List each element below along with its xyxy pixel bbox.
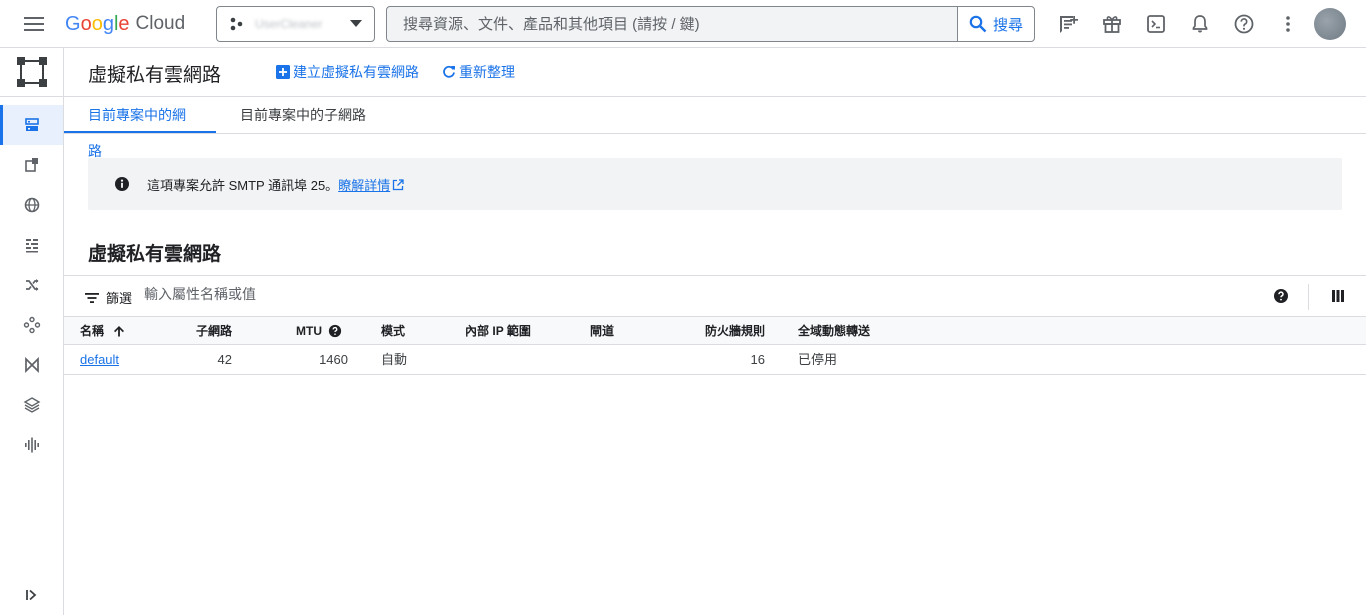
column-display-icon[interactable]: [1331, 289, 1345, 303]
peering-icon[interactable]: [0, 305, 63, 345]
expand-nav-icon[interactable]: [20, 583, 44, 607]
filter-icon: [85, 292, 99, 303]
filter-input[interactable]: [144, 286, 544, 302]
network-link[interactable]: default: [80, 352, 119, 367]
col-ip-label: IP: [492, 324, 504, 338]
routes-icon[interactable]: [0, 265, 63, 305]
col-gateway[interactable]: 閘道: [590, 317, 614, 345]
more-vert-icon[interactable]: [1273, 10, 1303, 38]
create-vpc-label: 建立虛擬私有雲網路: [293, 64, 419, 80]
external-link-icon: [393, 178, 404, 190]
help-icon[interactable]: [1229, 10, 1259, 38]
cell-firewall-rules: 16: [750, 352, 765, 367]
internal-ranges-icon[interactable]: [0, 185, 63, 225]
refresh-button[interactable]: 重新整理: [442, 62, 515, 82]
filter-bar: 篩選: [64, 275, 1366, 317]
search-box: 搜尋: [386, 6, 1035, 42]
notes-icon[interactable]: [1053, 10, 1083, 38]
create-vpc-button[interactable]: 建立虛擬私有雲網路: [276, 62, 419, 82]
info-banner: 這項專案允許 SMTP 通訊埠 25。瞭解詳情: [88, 158, 1342, 210]
firewall-icon[interactable]: [0, 225, 63, 265]
top-app-bar: Google Cloud UserCleaner 搜尋: [0, 0, 1366, 48]
section-title: 虛擬私有雲網路: [88, 244, 222, 265]
google-cloud-logo[interactable]: Google Cloud: [65, 11, 185, 37]
main-menu-icon[interactable]: [14, 12, 54, 36]
cell-global-routing: 已停用: [798, 352, 838, 367]
filter-label: 篩選: [106, 291, 133, 306]
search-icon: [969, 15, 987, 33]
add-box-icon: [276, 65, 290, 79]
main-content: 虛擬私有雲網路 建立虛擬私有雲網路 重新整理 目前專案中的網路 目前專案中的子網…: [64, 48, 1366, 615]
page-title: 虛擬私有雲網路: [88, 65, 222, 86]
vpc-networks-icon[interactable]: [0, 105, 63, 145]
filter-button[interactable]: 篩選: [84, 288, 132, 307]
project-picker[interactable]: UserCleaner: [216, 6, 375, 42]
page-header: 虛擬私有雲網路 建立虛擬私有雲網路 重新整理: [64, 48, 1366, 97]
cell-mtu: 1460: [319, 352, 348, 367]
ip-addresses-icon[interactable]: [0, 145, 63, 185]
cloud-logo-text: Cloud: [135, 13, 186, 34]
nav-divider: [0, 96, 63, 97]
filter-divider: [1308, 284, 1309, 310]
col-name-label: 名稱: [80, 324, 105, 338]
refresh-label: 重新整理: [459, 64, 515, 80]
tab-subnets[interactable]: 目前專案中的子網路: [216, 97, 390, 133]
shared-vpc-icon[interactable]: [0, 345, 63, 385]
banner-text: 這項專案允許 SMTP 通訊埠 25。: [147, 177, 339, 193]
search-button[interactable]: 搜尋: [957, 7, 1034, 41]
project-dots-icon: [230, 17, 243, 31]
serverless-connector-icon[interactable]: [0, 385, 63, 425]
col-mtu[interactable]: MTU: [296, 317, 342, 345]
top-actions: [1053, 10, 1317, 38]
chevron-down-icon: [350, 20, 362, 27]
cell-subnets: 42: [217, 352, 232, 367]
project-name: UserCleaner: [255, 17, 323, 31]
col-mode[interactable]: 模式: [381, 317, 405, 345]
table-row: default 42 1460 自動 16 已停用: [64, 345, 1366, 375]
refresh-icon: [443, 65, 455, 78]
cell-name: default: [80, 345, 119, 375]
tab-bar: 目前專案中的網路 目前專案中的子網路: [64, 97, 1366, 159]
col-mtu-label: MTU: [296, 324, 322, 338]
help-circle-icon[interactable]: [328, 324, 342, 338]
bell-icon[interactable]: [1185, 10, 1215, 38]
help-circle-icon[interactable]: [1273, 288, 1289, 304]
col-subnets[interactable]: 子網路: [176, 317, 232, 345]
col-range-label: 範圍: [506, 324, 531, 338]
left-nav: [0, 48, 64, 615]
col-internal-label: 內部: [465, 324, 490, 338]
search-input[interactable]: [387, 7, 957, 41]
info-icon: [115, 177, 129, 191]
search-button-label: 搜尋: [992, 16, 1023, 34]
table-header: 名稱 子網路 MTU 模式 內部 IP 範圍 閘道 防火牆規則 全域動態轉送: [64, 317, 1366, 345]
packet-mirroring-icon[interactable]: [0, 425, 63, 465]
learn-more-link[interactable]: 瞭解詳情: [338, 178, 390, 193]
col-firewall-rules[interactable]: 防火牆規則: [684, 317, 765, 345]
gift-icon[interactable]: [1097, 10, 1127, 38]
banner-text-wrap: 這項專案允許 SMTP 通訊埠 25。瞭解詳情: [147, 175, 404, 194]
cell-mode: 自動: [381, 352, 408, 367]
arrow-upward-icon: [114, 326, 125, 337]
tab-networks[interactable]: 目前專案中的網路: [64, 97, 216, 159]
col-global-routing[interactable]: 全域動態轉送: [798, 317, 870, 345]
col-internal-ip[interactable]: 內部 IP 範圍: [465, 317, 531, 345]
cloud-shell-icon[interactable]: [1141, 10, 1171, 38]
col-name[interactable]: 名稱: [80, 317, 126, 345]
google-logo-text: Google: [65, 12, 130, 35]
vpc-network-product-icon: [17, 57, 47, 87]
account-avatar[interactable]: [1314, 8, 1346, 40]
